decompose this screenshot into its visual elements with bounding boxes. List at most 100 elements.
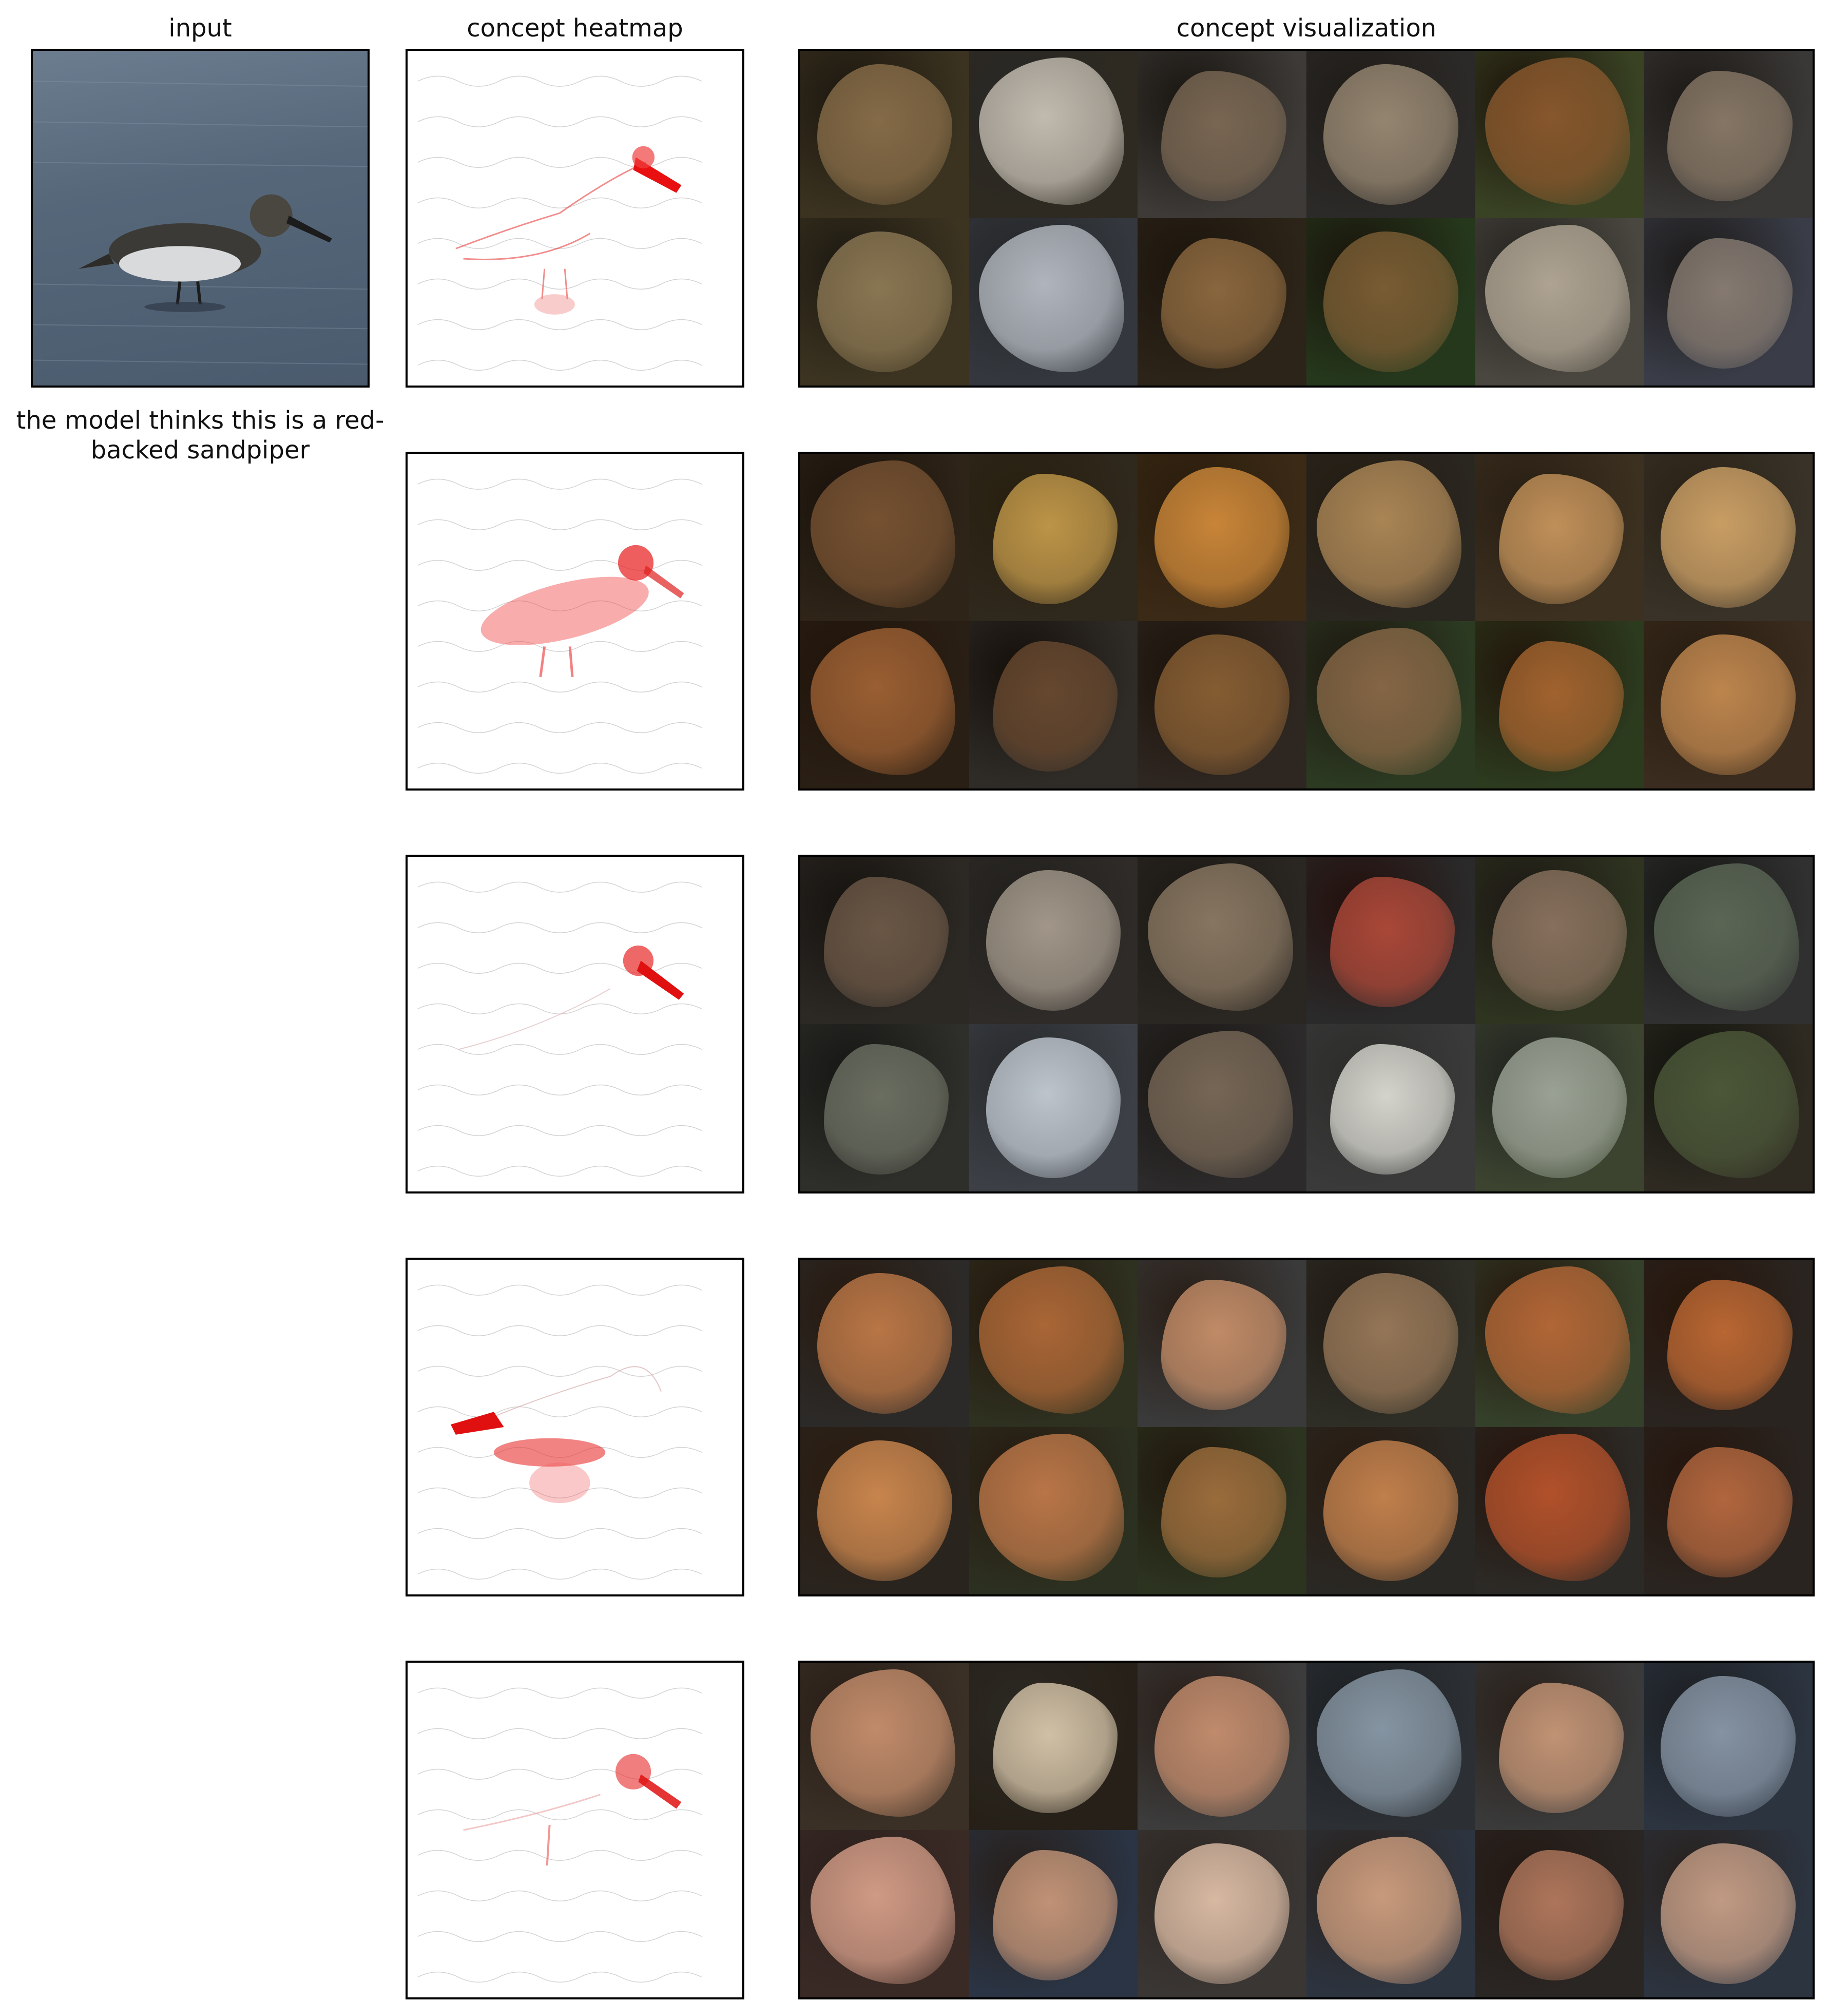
concept-example-image [1138, 1663, 1306, 1830]
concept-example-image [800, 1024, 969, 1191]
concept-example-image [1475, 218, 1644, 386]
concept-region-highlight [1492, 1037, 1627, 1178]
input-bird-image [33, 81, 368, 365]
concept-example-image [1475, 1830, 1644, 1997]
concept-example-image [1306, 1830, 1475, 1997]
concept-example-image [800, 1260, 969, 1427]
concept-region-highlight [1148, 863, 1293, 1011]
concept-region-highlight [1154, 1676, 1290, 1817]
heatmap-2-overlay [417, 478, 702, 774]
concept-region-highlight [979, 225, 1125, 372]
concept-region-highlight [1667, 238, 1793, 369]
concept-example-image [969, 454, 1138, 621]
concept-region-highlight [979, 1266, 1125, 1414]
concept-region-highlight [1316, 628, 1462, 775]
concept-region-highlight [1161, 71, 1286, 202]
concept-example-image [800, 218, 969, 386]
concept-region-highlight [1498, 474, 1624, 605]
concept-region-highlight [1316, 1669, 1462, 1817]
concept-region-highlight [1498, 1683, 1624, 1814]
concept-region-highlight [817, 232, 952, 372]
concept-region-highlight [1148, 1031, 1293, 1178]
concept-example-image [800, 857, 969, 1024]
concept-example-image [1306, 1260, 1475, 1427]
concept-example-image [1644, 51, 1813, 218]
concept-visualization-5 [798, 1661, 1815, 1999]
heatmap-3-overlay [417, 881, 702, 1177]
heatmap-column-title: concept heatmap [467, 14, 683, 43]
concept-visualization-4 [798, 1258, 1815, 1596]
concept-region-highlight [817, 64, 952, 205]
concept-example-image [1306, 857, 1475, 1024]
concept-example-image [1138, 621, 1306, 788]
concept-region-highlight [1485, 225, 1631, 372]
concept-example-image [800, 1427, 969, 1594]
concept-example-image [1306, 1663, 1475, 1830]
concept-example-image [1644, 1663, 1813, 1830]
concept-example-image [800, 1830, 969, 1997]
concept-region-highlight [1323, 64, 1458, 205]
concept-region-highlight [979, 1434, 1125, 1581]
concept-example-image [1475, 51, 1644, 218]
concept-region-highlight [1661, 467, 1796, 608]
concept-heatmap-1 [406, 49, 744, 388]
concept-region-highlight [1330, 877, 1455, 1008]
concept-region-highlight [1316, 1837, 1462, 1984]
concept-region-highlight [1485, 1434, 1631, 1581]
concept-example-image [1306, 218, 1475, 386]
concept-region-highlight [1323, 232, 1458, 372]
concept-example-image [800, 621, 969, 788]
concept-example-image [1644, 218, 1813, 386]
concept-region-highlight [1654, 1031, 1799, 1178]
concept-region-highlight [992, 1683, 1118, 1814]
concept-region-highlight [979, 57, 1125, 205]
heatmap-1-overlay [417, 75, 702, 371]
concept-example-image [1644, 1830, 1813, 1997]
prediction-caption: the model thinks this is a red-backed sa… [16, 406, 384, 465]
concept-region-highlight [1161, 238, 1286, 369]
heatmap-4-overlay [417, 1284, 702, 1580]
concept-example-image [800, 51, 969, 218]
concept-region-highlight [1661, 1843, 1796, 1984]
concept-example-image [1644, 1260, 1813, 1427]
concept-example-image [800, 454, 969, 621]
concept-region-highlight [992, 641, 1118, 772]
concept-example-image [1306, 1024, 1475, 1191]
concept-example-image [969, 621, 1138, 788]
concept-region-highlight [1316, 460, 1462, 608]
concept-region-highlight [1154, 467, 1290, 608]
concept-region-highlight [1161, 1447, 1286, 1578]
input-column-title: input [168, 14, 232, 43]
concept-example-image [1138, 857, 1306, 1024]
concept-example-image [969, 218, 1138, 386]
concept-example-image [1644, 1024, 1813, 1191]
concept-example-image [1138, 218, 1306, 386]
visualization-column-title: concept visualization [1176, 14, 1437, 43]
concept-example-image [1644, 454, 1813, 621]
concept-example-image [969, 1663, 1138, 1830]
concept-region-highlight [986, 1037, 1121, 1178]
concept-region-highlight [1492, 870, 1627, 1011]
concept-example-image [1475, 857, 1644, 1024]
concept-region-highlight [1485, 57, 1631, 205]
concept-region-highlight [1323, 1440, 1458, 1581]
concept-example-image [969, 857, 1138, 1024]
concept-region-highlight [1323, 1273, 1458, 1414]
concept-example-image [1644, 857, 1813, 1024]
concept-visualization-3 [798, 855, 1815, 1194]
concept-region-highlight [1661, 1676, 1796, 1817]
concept-example-image [1138, 1260, 1306, 1427]
concept-region-highlight [1667, 1280, 1793, 1411]
concept-example-image [969, 1830, 1138, 1997]
concept-example-image [1306, 621, 1475, 788]
concept-example-image [1306, 454, 1475, 621]
concept-example-image [969, 51, 1138, 218]
concept-region-highlight [1154, 1843, 1290, 1984]
concept-heatmap-2 [406, 452, 744, 791]
concept-example-image [1644, 621, 1813, 788]
concept-heatmap-5 [406, 1661, 744, 1999]
concept-visualization-1 [798, 49, 1815, 388]
concept-region-highlight [1661, 634, 1796, 775]
concept-region-highlight [817, 1440, 952, 1581]
concept-example-image [1138, 51, 1306, 218]
